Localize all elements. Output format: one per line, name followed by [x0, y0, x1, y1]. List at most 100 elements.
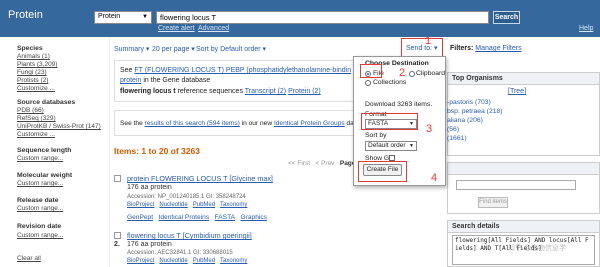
revdate-heading: Revision date	[17, 223, 62, 230]
tree-link[interactable]: [Tree]	[508, 88, 526, 95]
sort-dropdown[interactable]: Sort by Default order ▾	[196, 45, 266, 53]
watermark-text: 知乎 @生物信息学	[508, 245, 567, 252]
bioproject-link[interactable]: BioProject	[127, 258, 154, 264]
species-filter-fungi[interactable]: Fungi (23)	[17, 69, 47, 76]
source-db-heading: Source databases	[17, 99, 76, 106]
source-filter-pdb[interactable]: PDB (66)	[17, 107, 44, 114]
find-items-button[interactable]: Find items	[478, 197, 508, 208]
clipboard-radio[interactable]	[409, 71, 415, 77]
pubmed-link[interactable]: PubMed	[193, 258, 215, 264]
identical-proteins-link[interactable]: Identical Proteins	[159, 214, 210, 221]
genpept-link[interactable]: GenPept	[127, 214, 153, 221]
items-count: Items: 1 to 20 of 3263	[114, 146, 200, 156]
species-filter-plants[interactable]: Plants (3,209)	[17, 61, 57, 68]
find-items-box: Find items	[447, 162, 600, 214]
gene-notice-line1: See FT (FLOWERING LOCUS T) PEBP (phospha…	[120, 67, 351, 74]
protein-link[interactable]: Protein (2)	[288, 88, 321, 95]
ipg-results-link[interactable]: results of this search (594 items)	[145, 120, 240, 127]
refseq-gene-name: flowering locus t	[120, 88, 176, 95]
gene-link[interactable]: FT (FLOWERING LOCUS T) PEBP (phosphatidy…	[134, 67, 351, 74]
gene-notice-line3: flowering locus t reference sequences Tr…	[120, 88, 321, 95]
collections-radio[interactable]	[365, 80, 371, 86]
seqlen-custom-range[interactable]: Custom range...	[17, 155, 63, 162]
annotation-box-format	[361, 113, 418, 130]
gene-db-text: in the Gene database	[141, 77, 211, 84]
taxon-item[interactable]: -pastoris (703)	[447, 99, 491, 106]
result-links-row1: BioProject Nucleotide PubMed Taxonomy	[127, 202, 247, 208]
gene-protein-link[interactable]: protein	[120, 77, 141, 84]
species-customize-link[interactable]: Customize ...	[17, 85, 55, 92]
chevron-down-icon: ▼	[142, 14, 148, 20]
result-desc: 176 aa protein	[127, 241, 172, 248]
result-accession: Accession: NP_001240185.1 GI: 358248724	[127, 194, 246, 200]
ipg-notice-box: See the results of this search (594 item…	[114, 110, 359, 136]
source-customize-link[interactable]: Customize ...	[17, 131, 55, 138]
result-checkbox[interactable]	[114, 232, 121, 239]
database-select[interactable]: Protein ▼	[94, 11, 152, 24]
result-title[interactable]: flowering locus T [Cymbidium goeringii]	[127, 231, 252, 240]
chevron-down-icon: ▼	[409, 143, 414, 149]
graphics-link[interactable]: Graphics	[241, 214, 267, 221]
find-items-heading	[448, 163, 599, 175]
filter-sidebar: Species Animals (1) Plants (3,209) Fungi…	[0, 37, 110, 267]
species-filter-protists[interactable]: Protists (2)	[17, 77, 48, 84]
top-organisms-box: Top Organisms [Tree] -pastoris (703) bsp…	[447, 72, 600, 156]
nucleotide-link[interactable]: Nucleotide	[159, 202, 187, 208]
result-desc: 176 aa protein	[127, 184, 172, 191]
clipboard-label: Clipboard	[416, 70, 446, 77]
ipg-notice-text: See the results of this search (594 item…	[120, 120, 359, 127]
pager-prev[interactable]: < Prev	[315, 160, 334, 167]
manage-filters-link[interactable]: Manage Filters	[475, 45, 521, 52]
seqlen-heading: Sequence length	[17, 147, 72, 154]
ipg-link[interactable]: Identical Protein Groups	[274, 120, 345, 127]
collections-label: Collections	[373, 79, 407, 86]
taxon-item[interactable]: aliana (206)	[447, 117, 483, 124]
search-details-box: Search details flowering[All Fields] AND…	[447, 220, 600, 267]
annotation-number: 2	[399, 67, 406, 79]
search-button[interactable]: Search	[493, 11, 520, 24]
source-filter-uniprot[interactable]: UniProtKB / Swiss-Prot (147)	[17, 123, 101, 130]
annotation-number: 4	[431, 172, 438, 184]
taxonomy-link[interactable]: Taxonomy	[220, 202, 247, 208]
nucleotide-link[interactable]: Nucleotide	[159, 258, 187, 264]
revdate-custom-range[interactable]: Custom range...	[17, 232, 63, 239]
ipg-mid: in our new	[239, 120, 274, 127]
app-title: Protein	[8, 9, 43, 21]
summary-dropdown[interactable]: Summary ▾	[114, 45, 149, 53]
bioproject-link[interactable]: BioProject	[127, 202, 154, 208]
source-filter-refseq[interactable]: RefSeq (329)	[17, 115, 56, 122]
create-alert-link[interactable]: Create alert	[158, 25, 195, 32]
molw-custom-range[interactable]: Custom range...	[17, 180, 63, 187]
pager-first[interactable]: << First	[288, 160, 310, 167]
taxon-item[interactable]: (56)	[447, 126, 459, 133]
annotation-number: 3	[426, 123, 433, 135]
reldate-custom-range[interactable]: Custom range...	[17, 205, 63, 212]
sort-by-select[interactable]: Default order ▼	[365, 141, 417, 151]
pubmed-link[interactable]: PubMed	[193, 202, 215, 208]
advanced-link[interactable]: Advanced	[198, 25, 229, 32]
species-heading: Species	[17, 45, 43, 52]
result-links-row2: GenPept Identical Proteins FASTA Graphic…	[127, 214, 267, 221]
find-items-select[interactable]	[456, 180, 576, 190]
taxon-item[interactable]: bsp. petraea (218)	[447, 108, 503, 115]
search-input[interactable]: flowering locus T	[156, 11, 489, 24]
transcript-link[interactable]: Transcript (2)	[245, 88, 286, 95]
download-count: Download 3263 items.	[365, 101, 433, 108]
clear-all-link[interactable]: Clear all	[17, 255, 41, 262]
send-to-dropdown[interactable]: Send to: ▾	[401, 38, 443, 57]
pager: << First < Prev Page	[288, 160, 355, 167]
taxonomy-link[interactable]: Taxonomy	[220, 258, 247, 264]
taxon-item[interactable]: (1661)	[447, 135, 467, 142]
result-checkbox[interactable]	[114, 175, 121, 182]
gene-notice-box: See FT (FLOWERING LOCUS T) PEBP (phospha…	[114, 60, 354, 102]
search-details-heading: Search details	[448, 221, 599, 233]
fasta-link[interactable]: FASTA	[215, 214, 235, 221]
species-filter-animals[interactable]: Animals (1)	[17, 53, 50, 60]
per-page-dropdown[interactable]: 20 per page ▾	[152, 45, 195, 53]
result-title[interactable]: protein FLOWERING LOCUS T [Glycine max]	[127, 174, 273, 183]
help-link[interactable]: Help	[579, 25, 593, 32]
sort-by-value: Default order	[368, 142, 406, 149]
header-bar: Protein Protein ▼ flowering locus T Sear…	[0, 0, 600, 37]
gene-notice-line2: protein in the Gene database	[120, 77, 210, 84]
annotation-number: 1	[425, 35, 432, 47]
